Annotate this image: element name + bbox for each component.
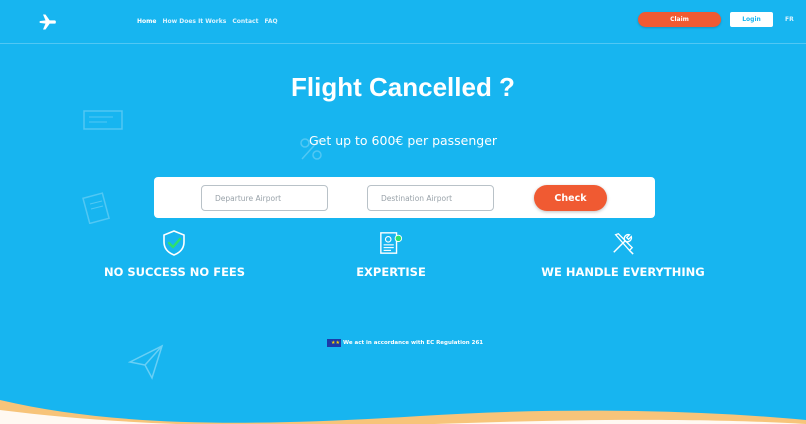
regulation-text: We act in accordance with EC Regulation … — [343, 340, 484, 346]
feature-label: EXPERTISE — [356, 265, 426, 279]
certificate-icon — [380, 232, 403, 254]
feature-expertise: EXPERTISE — [350, 230, 432, 279]
airplane-logo-icon[interactable] — [38, 12, 58, 32]
nav-contact[interactable]: Contact — [232, 18, 258, 25]
bottom-wave-decor — [0, 400, 806, 424]
flight-search-form: Departure Airport Destination Airport Ch… — [154, 177, 655, 218]
destination-airport-input[interactable]: Destination Airport — [367, 185, 494, 211]
language-switch[interactable]: FR — [785, 16, 794, 23]
ticket-decor-icon — [83, 110, 123, 130]
departure-airport-input[interactable]: Departure Airport — [201, 185, 328, 211]
feature-we-handle-everything: WE HANDLE EVERYTHING — [538, 230, 708, 279]
page-subtitle: Get up to 600€ per passenger — [308, 133, 498, 148]
regulation-note: ★★ We act in accordance with EC Regulati… — [327, 339, 483, 347]
shield-check-icon — [163, 230, 185, 256]
tools-icon — [613, 233, 634, 255]
check-button[interactable]: Check — [534, 185, 607, 211]
feature-label: WE HANDLE EVERYTHING — [541, 265, 705, 279]
claim-button[interactable]: Claim — [638, 12, 721, 27]
nav-how-it-works[interactable]: How Does It Works — [162, 18, 226, 25]
main-nav: Home How Does It Works Contact FAQ — [137, 18, 278, 25]
login-button[interactable]: Login — [730, 12, 773, 27]
nav-faq[interactable]: FAQ — [264, 18, 277, 25]
nav-home[interactable]: Home — [137, 18, 156, 25]
eu-flag-icon: ★★ — [327, 339, 341, 347]
page-title: Flight Cancelled ? — [291, 72, 515, 102]
feature-label: NO SUCCESS NO FEES — [104, 265, 246, 279]
paper-plane-decor-icon — [128, 344, 164, 380]
feature-no-success-no-fees: NO SUCCESS NO FEES — [104, 230, 246, 279]
top-nav-bar: Home How Does It Works Contact FAQ Claim… — [0, 0, 806, 44]
document-decor-icon — [82, 192, 110, 224]
